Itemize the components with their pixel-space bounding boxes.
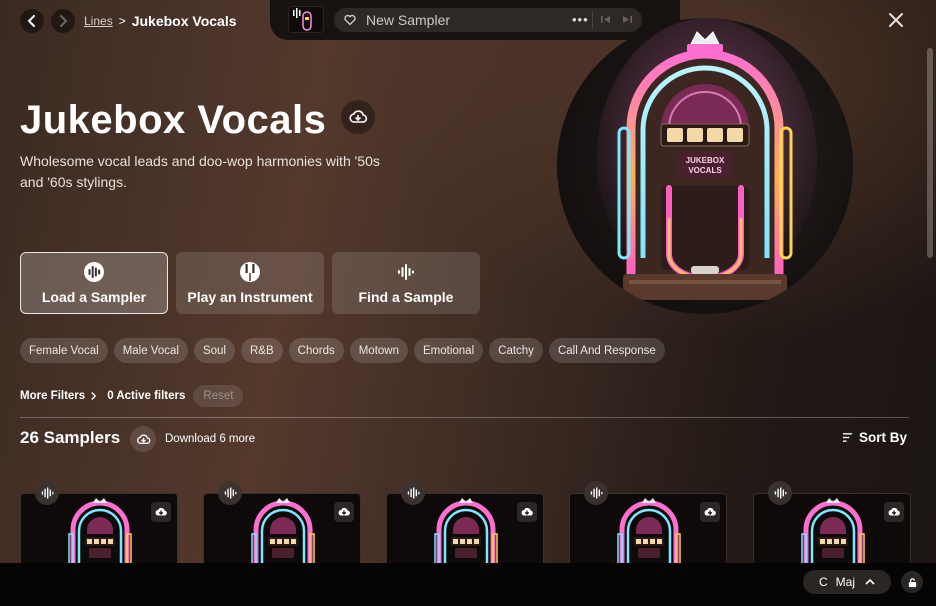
sampler-card[interactable] [203, 493, 361, 573]
divider [592, 11, 593, 29]
pack-artwork: JUKEBOX VOCALS [557, 18, 853, 314]
waveform-icon [407, 487, 420, 499]
back-button[interactable] [20, 9, 44, 33]
breadcrumb: Lines > Jukebox Vocals [84, 13, 237, 29]
tag-soul[interactable]: Soul [193, 338, 235, 363]
card-download-button[interactable] [517, 502, 537, 522]
jukebox-illustration-icon: JUKEBOX VOCALS [597, 18, 817, 300]
waveform-icon [224, 487, 237, 499]
play-instrument-label: Play an Instrument [187, 289, 313, 305]
breadcrumb-current: Jukebox Vocals [131, 13, 237, 29]
page-title: Jukebox Vocals [20, 98, 327, 142]
card-preview-button[interactable] [584, 481, 608, 505]
tag-list: Female Vocal Male Vocal Soul R&B Chords … [20, 338, 665, 363]
artwork-text-line-1: JUKEBOX [686, 156, 725, 165]
card-preview-button[interactable] [218, 481, 242, 505]
tag-emotional[interactable]: Emotional [414, 338, 484, 363]
waveform-icon [398, 264, 414, 280]
section-divider [20, 417, 909, 418]
tag-chords[interactable]: Chords [288, 338, 344, 363]
chevron-right-icon [91, 392, 97, 400]
cloud-download-icon [521, 507, 533, 516]
card-download-button[interactable] [334, 502, 354, 522]
key-root: C [819, 575, 828, 589]
sampler-selector[interactable]: New Sampler ••• [334, 8, 642, 32]
download-pack-button[interactable] [341, 100, 375, 134]
sampler-card[interactable] [386, 493, 544, 573]
reset-filters-button[interactable]: Reset [193, 385, 244, 407]
tag-female-vocal[interactable]: Female Vocal [20, 338, 108, 363]
card-preview-button[interactable] [35, 481, 59, 505]
lock-button[interactable] [901, 571, 923, 593]
load-sampler-button[interactable]: Load a Sampler [20, 252, 168, 314]
find-sample-button[interactable]: Find a Sample [332, 252, 480, 314]
card-download-button[interactable] [151, 502, 171, 522]
tag-motown[interactable]: Motown [349, 338, 408, 363]
chevron-up-icon [865, 578, 875, 585]
sampler-card[interactable] [753, 493, 911, 573]
sort-icon [842, 433, 853, 442]
app-window: Lines > Jukebox Vocals New Sampler ••• J… [0, 0, 936, 606]
breadcrumb-link-lines[interactable]: Lines [84, 14, 113, 28]
breadcrumb-separator: > [118, 14, 126, 28]
waveform-icon [590, 487, 603, 499]
waveform-icon [774, 487, 787, 499]
more-options-icon[interactable]: ••• [572, 12, 589, 27]
download-more-label: Download 6 more [165, 433, 256, 445]
current-sampler-thumbnail[interactable] [288, 6, 324, 33]
scrollbar[interactable] [927, 48, 933, 258]
bottom-bar [0, 563, 936, 606]
tag-male-vocal[interactable]: Male Vocal [113, 338, 188, 363]
sampler-name: New Sampler [366, 12, 451, 28]
pack-description: Wholesome vocal leads and doo-wop harmon… [20, 153, 380, 190]
waveform-circle-icon [84, 262, 104, 282]
sampler-card[interactable] [569, 493, 727, 573]
sort-label: Sort By [859, 430, 908, 445]
download-more-button[interactable]: Download 6 more [130, 426, 255, 452]
heart-icon[interactable] [344, 14, 356, 26]
cloud-download-icon [349, 110, 368, 123]
card-download-button[interactable] [700, 502, 720, 522]
cloud-download-icon [155, 507, 167, 516]
card-preview-button[interactable] [401, 481, 425, 505]
card-download-button[interactable] [884, 502, 904, 522]
chevron-right-icon [60, 15, 68, 27]
forward-button[interactable] [51, 9, 75, 33]
skip-previous-icon[interactable] [600, 14, 611, 25]
close-icon[interactable] [888, 12, 904, 28]
key-selector[interactable]: C Maj [803, 570, 891, 594]
tag-rnb[interactable]: R&B [240, 338, 283, 363]
cloud-download-icon [130, 426, 156, 452]
active-filters-count: 0 Active filters [107, 390, 186, 402]
load-sampler-label: Load a Sampler [41, 289, 147, 305]
find-sample-label: Find a Sample [358, 289, 454, 305]
skip-next-icon[interactable] [622, 14, 633, 25]
waveform-icon [41, 487, 54, 499]
more-filters-label: More Filters [20, 390, 86, 402]
sort-button[interactable]: Sort By [842, 430, 907, 445]
piano-keys-icon [240, 262, 260, 282]
cloud-download-icon [338, 507, 350, 516]
key-mode: Maj [835, 575, 856, 589]
card-preview-button[interactable] [768, 481, 792, 505]
play-instrument-button[interactable]: Play an Instrument [176, 252, 324, 314]
artwork-text-line-2: VOCALS [688, 166, 722, 175]
jukebox-thumbnail-icon [293, 8, 312, 31]
cloud-download-icon [704, 507, 716, 516]
lock-icon [908, 577, 916, 587]
tag-catchy[interactable]: Catchy [489, 338, 543, 363]
more-filters-button[interactable]: More Filters [20, 390, 97, 402]
tag-call-and-response[interactable]: Call And Response [548, 338, 665, 363]
cloud-download-icon [888, 507, 900, 516]
sampler-card[interactable] [20, 493, 178, 573]
results-count: 26 Samplers [20, 428, 121, 447]
filter-bar: More Filters 0 Active filters Reset [20, 385, 244, 407]
chevron-left-icon [27, 15, 35, 27]
